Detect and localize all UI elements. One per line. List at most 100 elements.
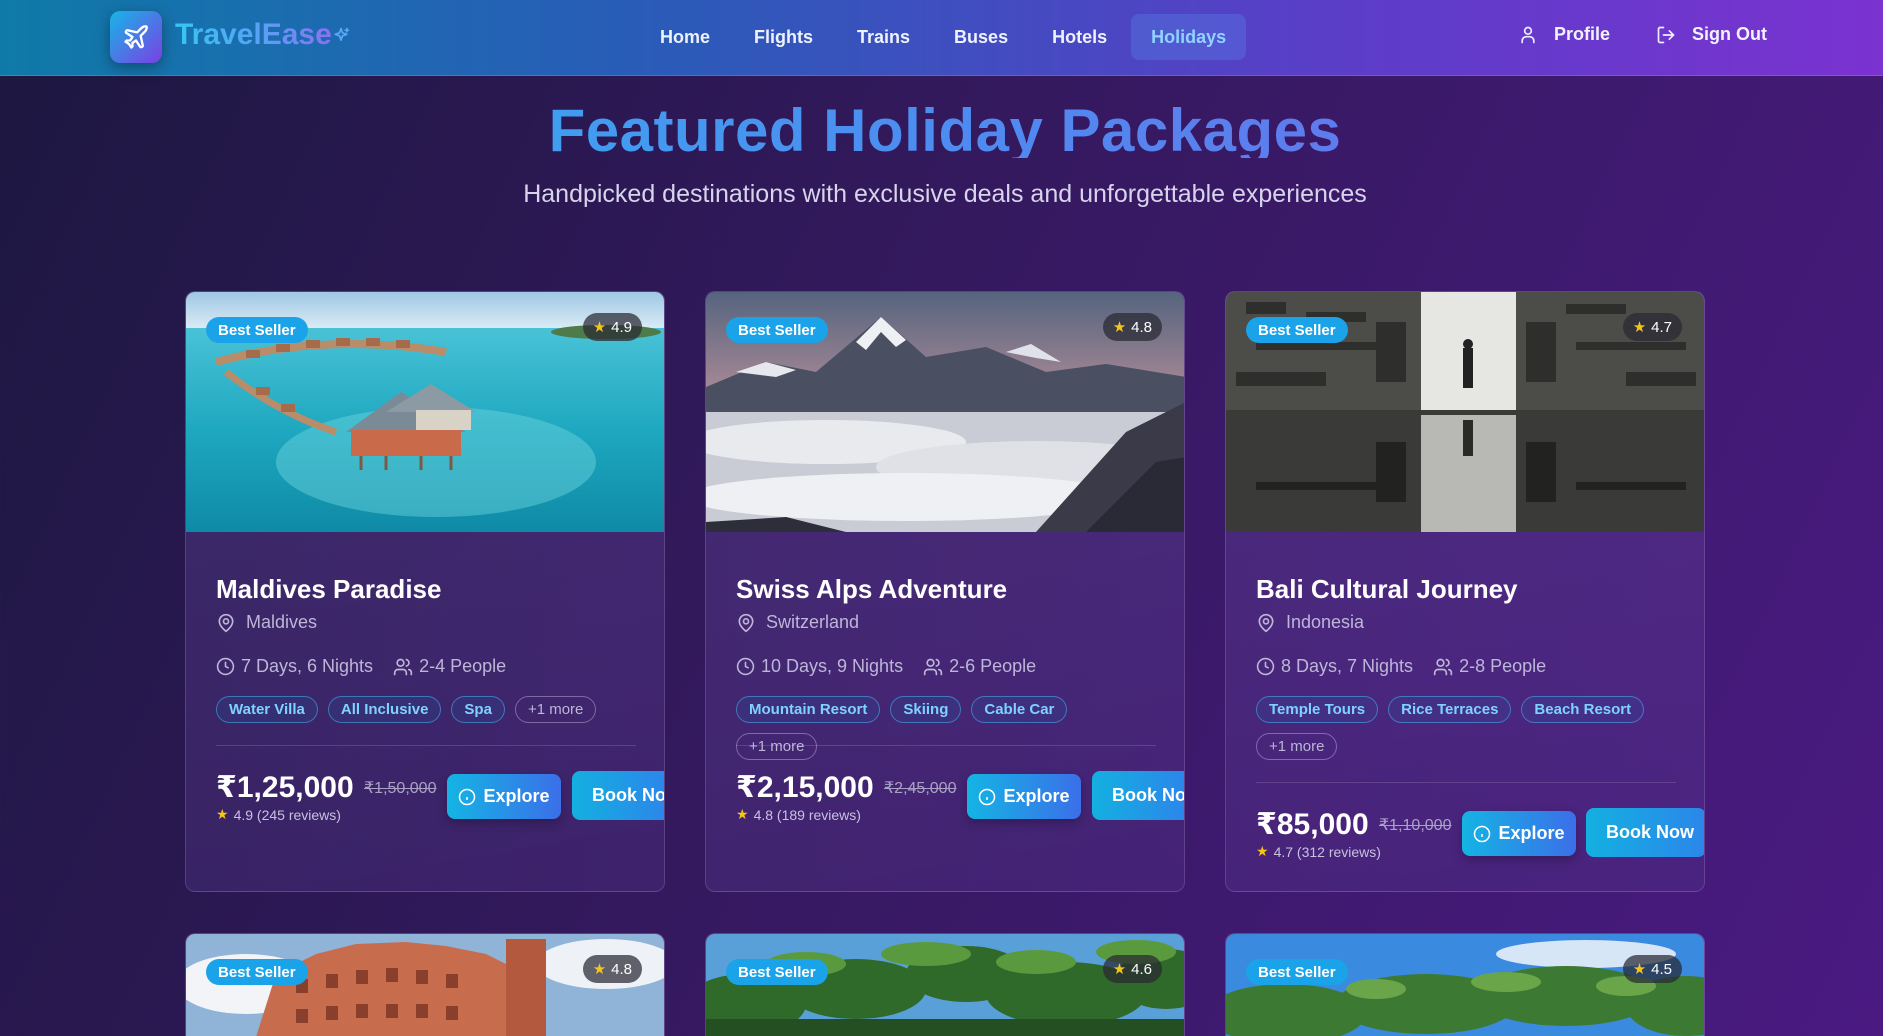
original-price: ₹2,45,000 <box>884 780 957 797</box>
nav-hotels[interactable]: Hotels <box>1032 14 1127 60</box>
best-seller-badge: Best Seller <box>726 317 828 343</box>
star-icon: ★ <box>1256 843 1269 859</box>
reviews-text: 4.8 (189 reviews) <box>753 806 861 823</box>
explore-button[interactable]: Explore <box>1462 811 1576 856</box>
package-price: ₹1,25,000 <box>216 771 354 804</box>
package-reviews: ★ 4.8 (189 reviews) <box>736 806 861 823</box>
explore-button[interactable]: Explore <box>447 774 561 819</box>
rating-badge: ★ 4.8 <box>1102 313 1162 341</box>
location-text: Indonesia <box>1286 612 1365 632</box>
explore-label: Explore <box>483 786 550 806</box>
rating-value: 4.6 <box>1131 960 1152 978</box>
explore-label: Explore <box>1003 786 1070 806</box>
package-image <box>186 934 664 1036</box>
nav-home[interactable]: Home <box>640 14 730 60</box>
clock-icon <box>216 657 235 676</box>
package-title[interactable]: Maldives Paradise <box>216 574 441 605</box>
rating-badge: ★ 4.5 <box>1622 955 1682 983</box>
duration-text: 8 Days, 7 Nights <box>1281 656 1414 676</box>
airplane-icon <box>124 25 148 49</box>
rating-value: 4.7 <box>1651 318 1672 336</box>
best-seller-badge: Best Seller <box>1246 317 1348 343</box>
user-icon <box>1521 26 1535 43</box>
divider <box>736 745 1156 746</box>
package-card[interactable]: Best Seller ★ 4.9 Maldives Paradise Mald… <box>185 291 665 892</box>
best-seller-badge: Best Seller <box>726 959 828 985</box>
package-card[interactable]: Best Seller ★ 4.5 <box>1225 933 1705 1036</box>
brand-name[interactable]: TravelEase <box>175 18 332 52</box>
best-seller-badge: Best Seller <box>1246 959 1348 985</box>
package-card[interactable]: Best Seller ★ 4.7 Bali Cultural Journey … <box>1225 291 1705 892</box>
star-icon: ★ <box>736 806 749 822</box>
people-text: 2-6 People <box>949 656 1037 676</box>
star-icon: ★ <box>216 806 229 822</box>
location-text: Switzerland <box>766 612 860 632</box>
package-price: ₹2,15,000 <box>736 771 874 804</box>
star-icon: ★ <box>1112 319 1127 336</box>
info-icon <box>979 788 996 805</box>
users-icon <box>1433 658 1453 675</box>
book-now-button[interactable]: Book Now <box>572 771 665 820</box>
duration-text: 10 Days, 9 Nights <box>761 656 904 676</box>
location-text: Maldives <box>246 612 318 632</box>
package-image <box>1226 934 1704 1036</box>
explore-label: Explore <box>1498 823 1565 843</box>
explore-button[interactable]: Explore <box>967 774 1081 819</box>
map-pin-icon <box>1258 613 1274 632</box>
reviews-text: 4.9 (245 reviews) <box>233 806 341 823</box>
feature-tag: Beach Resort <box>1521 696 1645 723</box>
map-pin-icon <box>738 613 754 632</box>
package-card[interactable]: Best Seller ★ 4.8 <box>185 933 665 1036</box>
nav-holidays[interactable]: Holidays <box>1131 14 1247 60</box>
people-text: 2-4 People <box>419 656 507 676</box>
rating-badge: ★ 4.8 <box>582 955 642 983</box>
package-meta: 7 Days, 6 Nights 2-4 People <box>216 656 506 677</box>
book-now-button[interactable]: Book Now <box>1586 808 1704 857</box>
package-reviews: ★ 4.7 (312 reviews) <box>1256 843 1381 860</box>
signout-link[interactable]: Sign Out <box>1656 24 1767 45</box>
sparkle-icon <box>334 27 350 42</box>
more-tags[interactable]: +1 more <box>736 733 818 760</box>
original-price: ₹1,50,000 <box>364 780 437 797</box>
book-label: Book Now <box>1112 785 1185 805</box>
feature-tag: Skiing <box>890 696 962 723</box>
package-title[interactable]: Bali Cultural Journey <box>1256 574 1518 605</box>
book-now-button[interactable]: Book Now <box>1092 771 1185 820</box>
package-price: ₹85,000 <box>1256 808 1369 841</box>
feature-tag: Water Villa <box>216 696 318 723</box>
package-location: Indonesia <box>1256 612 1364 633</box>
page-title: Featured Holiday Packages <box>0 96 1883 158</box>
rating-value: 4.5 <box>1651 960 1672 978</box>
logo-badge[interactable] <box>110 11 162 63</box>
users-icon <box>923 658 943 675</box>
users-icon <box>393 658 413 675</box>
more-tags[interactable]: +1 more <box>1256 733 1338 760</box>
feature-tag: All Inclusive <box>327 696 442 723</box>
top-navbar: TravelEase Home Flights Trains Buses Hot… <box>0 0 1883 76</box>
info-icon <box>1474 825 1491 842</box>
feature-tag: Spa <box>451 696 505 723</box>
nav-trains[interactable]: Trains <box>837 14 930 60</box>
star-icon: ★ <box>592 319 607 336</box>
people-text: 2-8 People <box>1459 656 1547 676</box>
package-location: Switzerland <box>736 612 859 633</box>
rating-value: 4.8 <box>611 960 632 978</box>
clock-icon <box>1256 657 1275 676</box>
duration-text: 7 Days, 6 Nights <box>241 656 374 676</box>
more-tags[interactable]: +1 more <box>514 696 597 723</box>
star-icon: ★ <box>1632 961 1647 978</box>
book-label: Book Now <box>592 785 665 805</box>
profile-link[interactable]: Profile <box>1518 24 1610 45</box>
original-price: ₹1,10,000 <box>1379 817 1452 834</box>
rating-value: 4.8 <box>1131 318 1152 336</box>
package-title[interactable]: Swiss Alps Adventure <box>736 574 1007 605</box>
rating-badge: ★ 4.9 <box>582 313 642 341</box>
reviews-text: 4.7 (312 reviews) <box>1273 843 1381 860</box>
nav-buses[interactable]: Buses <box>934 14 1028 60</box>
package-card[interactable]: Best Seller ★ 4.6 <box>705 933 1185 1036</box>
rating-badge: ★ 4.7 <box>1622 313 1682 341</box>
feature-tag: Temple Tours <box>1256 696 1379 723</box>
nav-flights[interactable]: Flights <box>734 14 833 60</box>
rating-value: 4.9 <box>611 318 632 336</box>
package-card[interactable]: Best Seller ★ 4.8 Swiss Alps Adventure S… <box>705 291 1185 892</box>
